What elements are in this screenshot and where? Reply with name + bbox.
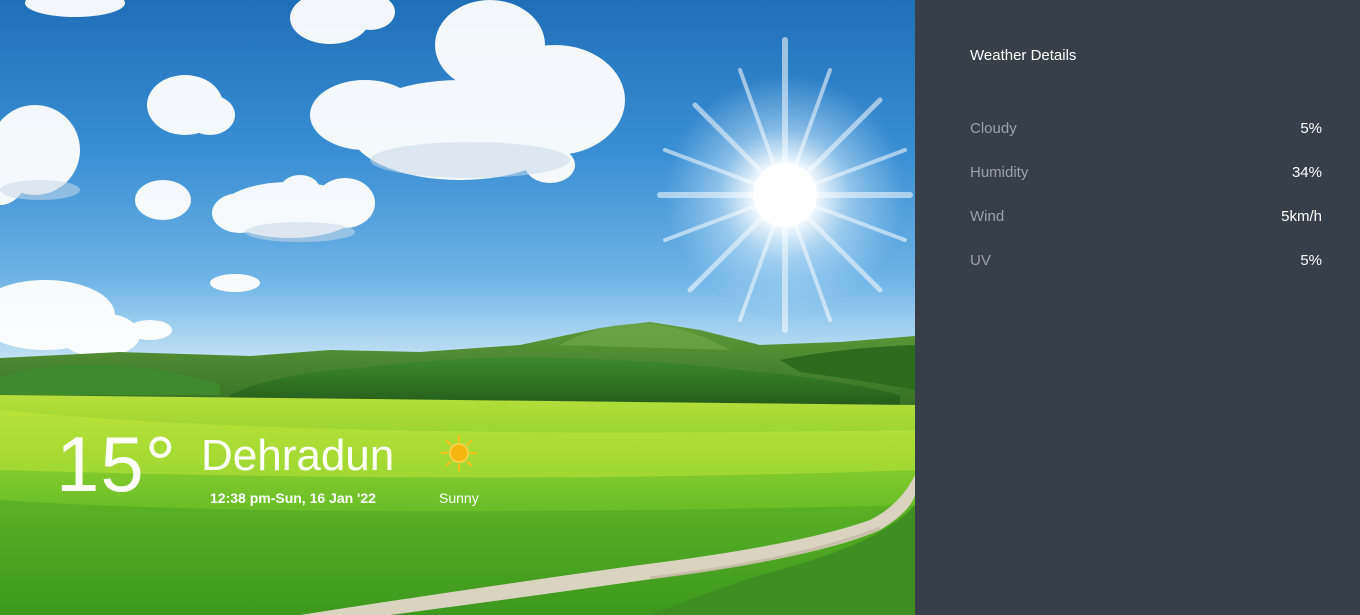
detail-row-uv: UV 5% <box>970 238 1322 282</box>
weather-background-scene: 15° Dehradun 12:38 pm-Sun, 16 Jan '22 Su… <box>0 0 915 615</box>
landscape-illustration <box>0 0 915 615</box>
weather-details-list: Cloudy 5% Humidity 34% Wind 5km/h UV 5% <box>970 106 1322 282</box>
date-time: 12:38 pm-Sun, 16 Jan '22 <box>210 490 376 506</box>
detail-label: Humidity <box>970 163 1029 181</box>
weather-details-panel: Weather Details Cloudy 5% Humidity 34% W… <box>915 0 1360 615</box>
detail-value: 34% <box>1291 163 1322 181</box>
detail-row-wind: Wind 5km/h <box>970 194 1322 238</box>
detail-label: UV <box>970 251 991 269</box>
detail-label: Cloudy <box>970 119 1017 137</box>
detail-row-cloudy: Cloudy 5% <box>970 106 1322 150</box>
current-temperature: 15° <box>56 420 177 508</box>
weather-condition: Sunny <box>439 490 479 506</box>
panel-title: Weather Details <box>970 47 1077 64</box>
weather-app: 15° Dehradun 12:38 pm-Sun, 16 Jan '22 Su… <box>0 0 1360 615</box>
city-name: Dehradun <box>201 431 395 480</box>
detail-value: 5km/h <box>1281 207 1322 225</box>
detail-value: 5% <box>1300 119 1322 137</box>
detail-label: Wind <box>970 207 1005 225</box>
detail-row-humidity: Humidity 34% <box>970 150 1322 194</box>
detail-value: 5% <box>1300 251 1322 269</box>
sun-icon <box>440 434 478 472</box>
